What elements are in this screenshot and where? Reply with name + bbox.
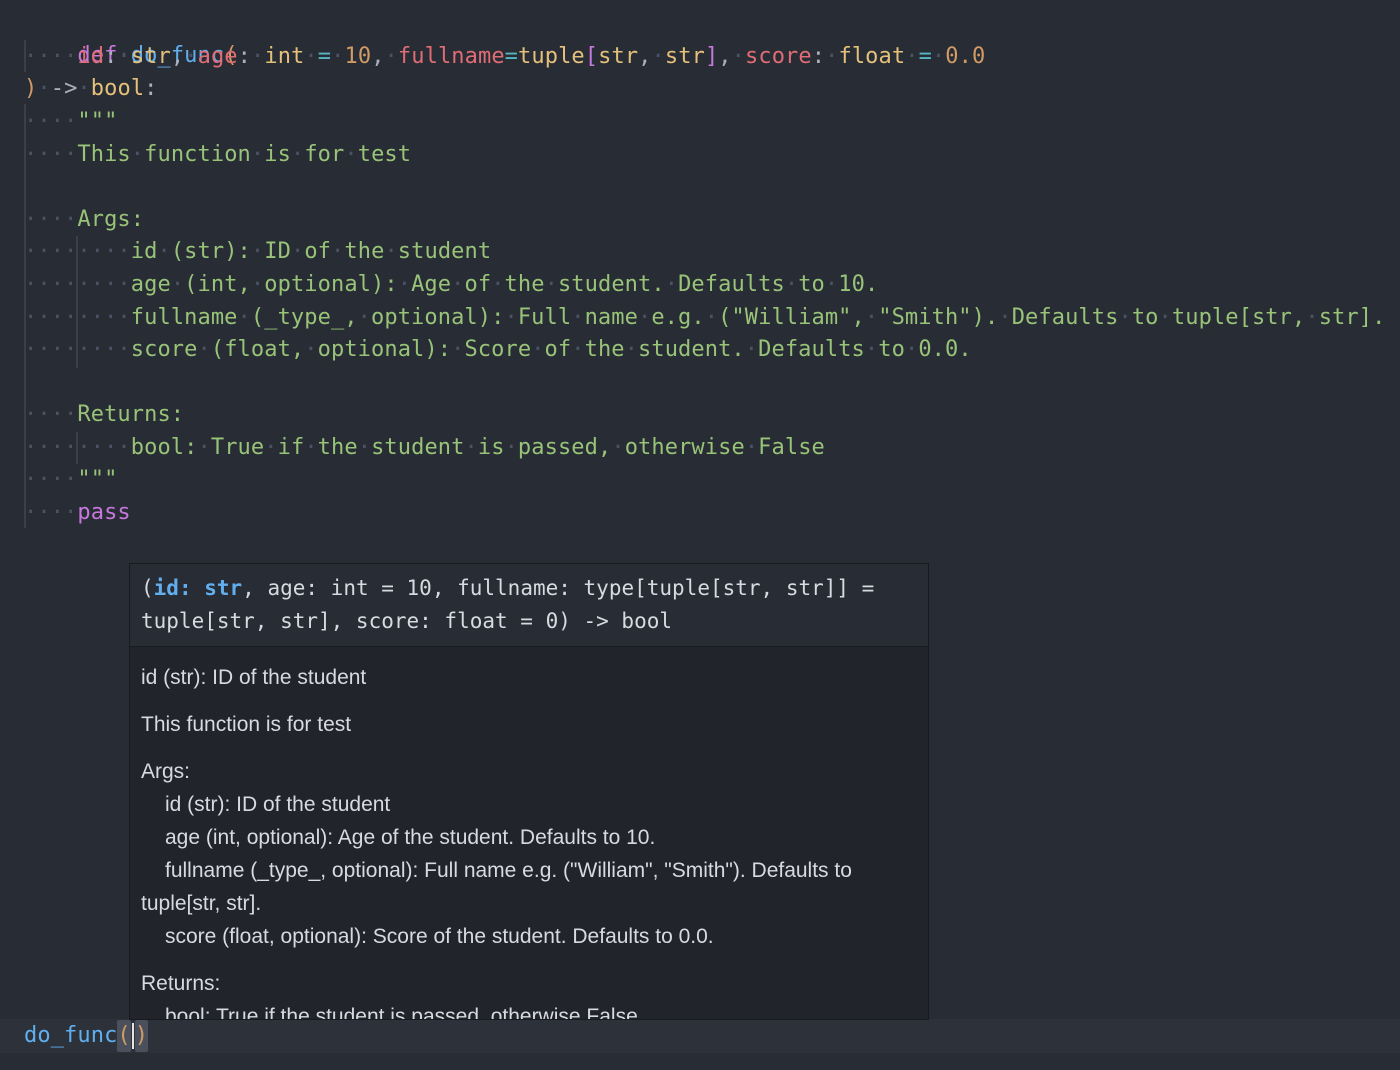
active-param-doc: id (str): ID of the student	[141, 666, 367, 689]
call-open-paren: (	[117, 1023, 131, 1048]
return-type: bool	[90, 76, 145, 101]
type-str: str	[130, 44, 171, 69]
type-str: str	[598, 44, 639, 69]
returns-section: Returns: bool: True if the student is pa…	[141, 967, 916, 1020]
docstring-summary-text: This·function·is·for·test	[77, 142, 412, 167]
returns-doc-line: bool: True if the student is passed, oth…	[165, 1005, 638, 1020]
docstring-arg-line: ········age·(int,·optional):·Age·of·the·…	[24, 272, 879, 297]
return-arrow: ->	[50, 76, 78, 101]
docstring-arg-line: ········score·(float,·optional):·Score·o…	[24, 337, 972, 362]
pass-keyword: pass	[77, 500, 131, 525]
args-section: Args: id (str): ID of the student age (i…	[141, 755, 916, 953]
code-line-1: def·do_func(	[77, 43, 238, 68]
close-paren: )	[24, 76, 38, 101]
docstring-arg-line: ········id·(str):·ID·of·the·student	[24, 239, 492, 264]
code-line-call[interactable]: do_func()	[24, 1020, 149, 1052]
docstring-arg-line: ········fullname·(_type_,·optional):·Ful…	[24, 305, 1386, 330]
function-summary: This function is for test	[141, 713, 352, 736]
param-age: age	[197, 44, 238, 69]
default-age: 10	[344, 44, 372, 69]
type-str: str	[664, 44, 705, 69]
type-int: int	[264, 44, 305, 69]
call-close-paren: )	[134, 1023, 149, 1048]
args-header-text: Args:	[77, 207, 145, 232]
docstring-returns-header: ····Returns:	[24, 402, 185, 427]
returns-header-text: Returns:	[77, 402, 185, 427]
code-line-3: )·->·bool:	[24, 76, 158, 101]
text-cursor	[131, 1023, 134, 1049]
arg-age-doc: age·(int,·optional):·Age·of·the·student.…	[130, 272, 879, 297]
param-fullname: fullname	[397, 44, 505, 69]
param-id: id	[77, 44, 105, 69]
signature-rest: , age: int = 10, fullname: type[tuple[st…	[141, 576, 875, 633]
type-float: float	[838, 44, 906, 69]
docstring-summary: ····This·function·is·for·test	[24, 142, 412, 167]
docstring-returns-line: ········bool:·True·if·the·student·is·pas…	[24, 435, 825, 460]
signature-text: (id: str, age: int = 10, fullname: type[…	[130, 564, 928, 647]
args-heading: Args:	[141, 760, 191, 783]
code-line-2: ····id:·str,·age:·int·=·10,·fullname=tup…	[24, 44, 986, 69]
active-parameter: id: str	[153, 576, 243, 600]
docstring-quotes: """	[77, 109, 118, 134]
arg-fullname-doc: fullname·(_type_,·optional):·Full·name·e…	[130, 305, 1386, 330]
docstring-quotes: """	[77, 467, 118, 492]
signature-open-paren: (	[141, 576, 154, 600]
arg-doc-line: fullname (_type_, optional): Full name e…	[141, 859, 852, 915]
call-function-name[interactable]: do_func	[24, 1023, 117, 1048]
code-line-pass: ····pass	[24, 500, 131, 525]
returns-heading: Returns:	[141, 972, 221, 995]
docstring-close: ····"""	[24, 467, 118, 492]
returns-doc: bool:·True·if·the·student·is·passed,·oth…	[130, 435, 825, 460]
docstring-args-header: ····Args:	[24, 207, 145, 232]
docstring-open: ····"""	[24, 109, 118, 134]
arg-id-doc: id·(str):·ID·of·the·student	[130, 239, 492, 264]
arg-doc-line: id (str): ID of the student	[165, 793, 391, 816]
default-score: 0.0	[945, 44, 986, 69]
code-editor[interactable]: def·do_func( ····id:·str,·age:·int·=·10,…	[0, 0, 1400, 1070]
signature-documentation: id (str): ID of the student This functio…	[130, 647, 928, 1020]
param-score: score	[745, 44, 812, 69]
arg-score-doc: score·(float,·optional):·Score·of·the·st…	[130, 337, 972, 362]
arg-doc-line: score (float, optional): Score of the st…	[165, 925, 714, 948]
current-line-highlight	[0, 1019, 1400, 1053]
type-tuple: tuple	[518, 44, 585, 69]
signature-help-popup[interactable]: (id: str, age: int = 10, fullname: type[…	[129, 563, 929, 1020]
colon: :	[144, 76, 158, 101]
arg-doc-line: age (int, optional): Age of the student.…	[165, 826, 656, 849]
